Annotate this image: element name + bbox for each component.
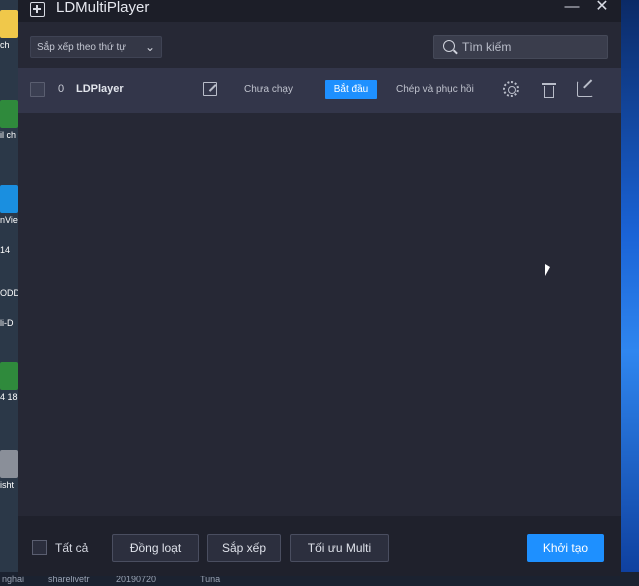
desktop-wallpaper-strip (618, 0, 639, 586)
row-checkbox[interactable] (30, 82, 45, 97)
search-box[interactable] (433, 35, 608, 59)
toolbar: Sắp xếp theo thứ tự ⌄ (18, 22, 621, 66)
trash-icon[interactable] (542, 82, 556, 98)
title-bar[interactable]: LDMultiPlayer — ✕ (18, 0, 621, 22)
player-name: LDPlayer (76, 83, 124, 95)
arrange-button[interactable]: Sắp xếp (207, 534, 281, 562)
search-icon (443, 40, 455, 52)
gear-icon[interactable] (503, 81, 519, 97)
create-button[interactable]: Khởi tạo (527, 534, 604, 562)
mouse-cursor (545, 264, 550, 276)
minimize-button[interactable]: — (561, 0, 583, 18)
desktop-icon[interactable]: il ch (0, 100, 18, 140)
optimize-multi-button[interactable]: Tối ưu Multi (290, 534, 389, 562)
chevron-down-icon: ⌄ (144, 40, 155, 54)
sort-dropdown-label: Sắp xếp theo thứ tự (37, 42, 126, 53)
player-list: 0 LDPlayer Chưa chạy Bắt đầu Chép và phụ… (18, 68, 621, 516)
desktop-icon[interactable]: nVie (0, 185, 18, 225)
window-title: LDMultiPlayer (56, 0, 150, 16)
desktop-icon-label: 14 (0, 245, 11, 255)
copy-restore-link[interactable]: Chép và phục hồi (396, 84, 474, 95)
close-button[interactable]: ✕ (591, 0, 613, 18)
desktop-icon-label: ODD (0, 288, 18, 298)
edit-icon[interactable] (203, 82, 217, 96)
select-all-checkbox[interactable] (32, 540, 47, 555)
player-row: 0 LDPlayer Chưa chạy Bắt đầu Chép và phụ… (18, 68, 621, 113)
desktop-icon[interactable]: ch (0, 10, 18, 50)
share-icon[interactable] (577, 81, 593, 97)
player-status: Chưa chạy (244, 84, 293, 95)
start-button[interactable]: Bắt đầu (325, 80, 377, 99)
sort-dropdown[interactable]: Sắp xếp theo thứ tự ⌄ (30, 36, 162, 58)
ldmultiplayer-window: LDMultiPlayer — ✕ Sắp xếp theo thứ tự ⌄ … (18, 0, 621, 576)
trash-lid (542, 83, 556, 85)
desktop-icon[interactable]: isht (0, 450, 18, 490)
search-input[interactable] (462, 39, 602, 55)
trash-can (544, 86, 554, 98)
app-icon (30, 2, 45, 17)
select-all-label: Tất cả (55, 541, 89, 555)
batch-button[interactable]: Đồng loạt (112, 534, 199, 562)
desktop-icons-column: ch il ch nVie 14 ODD li-D 4 18 isht (0, 0, 18, 586)
footer-bar: Tất cả Đồng loạt Sắp xếp Tối ưu Multi Kh… (18, 516, 621, 576)
desktop-icon-label: li-D (0, 318, 14, 328)
desktop-icon[interactable]: 4 18 (0, 362, 18, 402)
player-index: 0 (58, 83, 65, 95)
